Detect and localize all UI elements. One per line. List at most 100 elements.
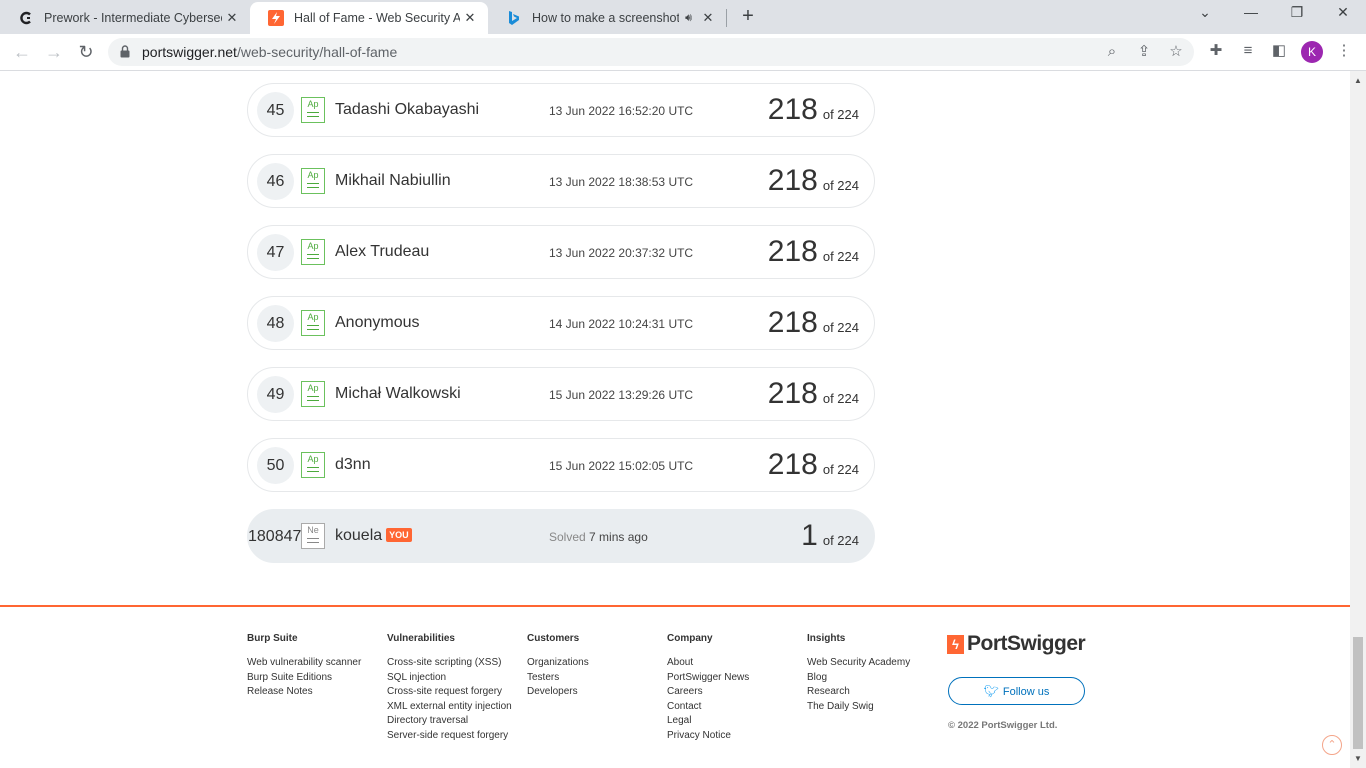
footer-link[interactable]: Developers [527, 685, 589, 700]
completion-date: 13 Jun 2022 20:37:32 UTC [549, 246, 694, 260]
speaker-icon[interactable]: 🔊︎ [685, 12, 692, 25]
score: 218 of 224 [768, 93, 859, 127]
tab-title: How to make a screenshot in [532, 11, 680, 25]
tab-prework[interactable]: Prework - Intermediate Cybersec ✕ [0, 2, 250, 34]
footer-link[interactable]: SQL injection [387, 671, 512, 686]
level-badge-icon: Ap [301, 168, 325, 194]
extensions-icon[interactable]: ✚ [1205, 40, 1227, 62]
tab-divider [726, 9, 727, 27]
leaderboard-row: 46 Ap Mikhail Nabiullin 13 Jun 2022 18:3… [247, 154, 875, 208]
follow-us-button[interactable]: 🐦︎ Follow us [948, 677, 1085, 705]
footer-link[interactable]: PortSwigger News [667, 671, 749, 686]
level-badge-icon: Ap [301, 310, 325, 336]
footer-link[interactable]: Organizations [527, 656, 589, 671]
back-icon[interactable]: ← [10, 40, 34, 64]
badge-label: Ne [307, 525, 319, 535]
footer-column-customers: Customers Organizations Testers Develope… [527, 633, 589, 700]
menu-kebab-icon[interactable]: ⋮ [1333, 40, 1355, 62]
close-icon[interactable]: ✕ [222, 10, 242, 26]
reload-icon[interactable]: ↻ [74, 40, 98, 64]
lock-icon[interactable] [120, 45, 130, 63]
footer-link[interactable]: Careers [667, 685, 749, 700]
tab-title: Prework - Intermediate Cybersec [44, 11, 222, 25]
score: 218 of 224 [768, 377, 859, 411]
zoom-icon[interactable]: ⌕ [1101, 41, 1123, 63]
solved-time: Solved 7 mins ago [549, 530, 648, 544]
score-total: of 224 [822, 533, 859, 548]
footer-link[interactable]: Contact [667, 700, 749, 715]
c-logo-icon [18, 10, 34, 26]
solved-label: Solved [549, 530, 586, 544]
completion-date: 13 Jun 2022 18:38:53 UTC [549, 175, 694, 189]
footer-link[interactable]: Blog [807, 671, 910, 686]
badge-label: Ap [307, 454, 319, 464]
level-badge-icon: Ap [301, 381, 325, 407]
footer-link[interactable]: XML external entity injection [387, 700, 512, 715]
close-icon[interactable]: ✕ [460, 10, 480, 26]
footer-link[interactable]: The Daily Swig [807, 700, 910, 715]
footer-link[interactable]: Testers [527, 671, 589, 686]
copyright-text: © 2022 PortSwigger Ltd. [948, 720, 1058, 731]
url-path: /web-security/hall-of-fame [236, 44, 398, 60]
bookmark-star-icon[interactable]: ☆ [1165, 41, 1187, 63]
footer-link[interactable]: Directory traversal [387, 714, 512, 729]
footer-link[interactable]: Server-side request forgery [387, 729, 512, 744]
footer-column-company: Company About PortSwigger News Careers C… [667, 633, 749, 744]
restore-icon[interactable]: ❐ [1277, 4, 1317, 26]
footer-link[interactable]: Privacy Notice [667, 729, 749, 744]
footer-link[interactable]: About [667, 656, 749, 671]
score-total: of 224 [822, 107, 859, 122]
footer-heading: Vulnerabilities [387, 633, 455, 644]
forward-icon[interactable]: → [42, 40, 66, 64]
completion-date: 14 Jun 2022 10:24:31 UTC [549, 317, 694, 331]
completion-date: 15 Jun 2022 13:29:26 UTC [549, 388, 694, 402]
rank-number: 50 [257, 447, 294, 484]
footer-link[interactable]: Legal [667, 714, 749, 729]
tab-title: Hall of Fame - Web Security Acad [294, 11, 460, 25]
badge-label: Ap [307, 312, 319, 322]
current-user-row: 180847 Ne kouela YOU Solved 7 mins ago 1o… [247, 509, 875, 563]
footer-link[interactable]: Cross-site scripting (XSS) [387, 656, 512, 671]
scroll-up-icon[interactable]: ▲ [1350, 73, 1366, 89]
player-name: Anonymous [335, 314, 420, 331]
profile-avatar[interactable]: K [1301, 41, 1323, 63]
player-name: d3nn [335, 456, 371, 473]
player-name: Mikhail Nabiullin [335, 172, 451, 189]
leaderboard-row: 48 Ap Anonymous 14 Jun 2022 10:24:31 UTC… [247, 296, 875, 350]
solved-when: 7 mins ago [589, 530, 648, 544]
footer-link[interactable]: Web Security Academy [807, 656, 910, 671]
footer-heading: Insights [807, 633, 846, 644]
score-value: 218 [767, 377, 818, 410]
media-queue-icon[interactable]: ≡ [1237, 40, 1259, 62]
portswigger-logo[interactable]: ϟ PortSwigger [947, 632, 1086, 656]
share-icon[interactable]: ⇪ [1133, 41, 1155, 63]
completion-date: 15 Jun 2022 15:02:05 UTC [549, 459, 694, 473]
close-icon[interactable]: ✕ [698, 10, 718, 26]
score-value: 218 [767, 164, 818, 197]
leaderboard-row: 50 Ap d3nn 15 Jun 2022 15:02:05 UTC 218 o… [247, 438, 875, 492]
footer-link[interactable]: Cross-site request forgery [387, 685, 512, 700]
tab-hall-of-fame[interactable]: Hall of Fame - Web Security Acad ✕ [250, 2, 488, 34]
footer-link[interactable]: Release Notes [247, 685, 361, 700]
score: 218 of 224 [768, 448, 859, 482]
rank-number: 49 [257, 376, 294, 413]
footer-link[interactable]: Web vulnerability scanner [247, 656, 361, 671]
scrollbar-thumb[interactable] [1353, 637, 1363, 749]
address-bar[interactable]: portswigger.net/web-security/hall-of-fam… [108, 38, 1194, 66]
badge-label: Ap [307, 383, 319, 393]
score-value: 218 [767, 306, 818, 339]
tab-screenshot-howto[interactable]: How to make a screenshot in 🔊︎ ✕ [488, 2, 726, 34]
side-panel-icon[interactable]: ◧ [1268, 40, 1290, 62]
footer-link[interactable]: Burp Suite Editions [247, 671, 361, 686]
brand-name: PortSwigger [967, 632, 1086, 655]
page-scrollbar[interactable]: ▲ ▼ [1350, 71, 1366, 768]
footer-link[interactable]: Research [807, 685, 910, 700]
tab-strip: Prework - Intermediate Cybersec ✕ Hall o… [0, 0, 1366, 34]
tab-search-icon[interactable]: ⌄ [1185, 4, 1225, 26]
scroll-down-icon[interactable]: ▼ [1350, 751, 1366, 767]
scroll-to-top-icon[interactable]: ⌃ [1322, 735, 1342, 755]
new-tab-button[interactable]: + [737, 6, 759, 28]
window-close-icon[interactable]: ✕ [1323, 4, 1363, 26]
minimize-icon[interactable]: — [1231, 4, 1271, 26]
browser-toolbar: ← → ↻ portswigger.net/web-security/hall-… [0, 34, 1366, 71]
